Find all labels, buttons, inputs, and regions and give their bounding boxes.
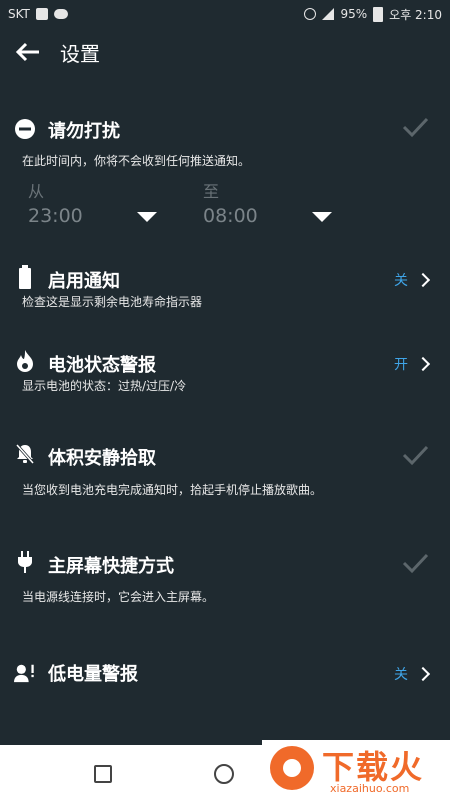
chevron-right-icon bbox=[415, 272, 431, 288]
check-icon[interactable] bbox=[400, 112, 430, 142]
status-bar: SKT 95% 오후 2:10 bbox=[0, 0, 450, 28]
gallery-icon bbox=[35, 8, 48, 20]
dnd-setting[interactable]: 请勿打扰 在此时间内，你将不会收到任何推送通知。 从 23:00 至 08:00 bbox=[0, 108, 450, 248]
flame-icon bbox=[14, 350, 36, 372]
app-toolbar: 设置 bbox=[0, 28, 450, 76]
arrow-left-icon bbox=[15, 42, 39, 62]
flame-logo-icon bbox=[270, 746, 314, 790]
setting-description: 当您收到电池充电完成通知时，拾起手机停止播放歌曲。 bbox=[22, 483, 323, 497]
carrier-label: SKT bbox=[8, 7, 30, 21]
setting-value[interactable]: 开 bbox=[394, 354, 431, 374]
home-circle-icon[interactable] bbox=[214, 764, 234, 784]
setting-row-battery-alert[interactable]: 电池状态警报 开 显示电池的状态：过热/过压/冷 bbox=[0, 344, 450, 404]
from-label: 从 bbox=[28, 182, 45, 201]
setting-value[interactable]: 关 bbox=[394, 664, 431, 684]
battery-icon bbox=[14, 265, 36, 289]
from-dropdown-icon[interactable] bbox=[137, 212, 157, 222]
setting-description: 当电源线连接时，它会进入主屏幕。 bbox=[22, 590, 215, 604]
setting-row-enable-notification[interactable]: 启用通知 关 检查这是显示剩余电池寿命指示器 bbox=[0, 260, 450, 320]
person-alert-icon bbox=[14, 662, 36, 684]
bell-off-icon bbox=[14, 443, 36, 465]
to-label: 至 bbox=[203, 182, 220, 201]
setting-row-low-battery[interactable]: 低电量警报 关 bbox=[0, 654, 450, 694]
to-dropdown-icon[interactable] bbox=[312, 212, 332, 222]
clock: 오후 2:10 bbox=[389, 7, 442, 22]
setting-description: 显示电池的状态：过热/过压/冷 bbox=[22, 379, 187, 393]
setting-row-home-shortcut[interactable]: 主屏幕快捷方式 当电源线连接时，它会进入主屏幕。 bbox=[0, 544, 450, 614]
from-time[interactable]: 23:00 bbox=[28, 205, 83, 227]
setting-title: 主屏幕快捷方式 bbox=[48, 556, 174, 577]
battery-status-icon bbox=[373, 6, 384, 22]
to-time[interactable]: 08:00 bbox=[203, 205, 258, 227]
plug-icon bbox=[14, 551, 36, 573]
chevron-right-icon bbox=[415, 356, 431, 372]
chevron-right-icon bbox=[415, 666, 431, 682]
setting-title: 电池状态警报 bbox=[48, 355, 156, 376]
check-icon[interactable] bbox=[400, 440, 430, 470]
dnd-title: 请勿打扰 bbox=[48, 121, 120, 142]
signal-icon bbox=[322, 8, 335, 20]
back-button[interactable] bbox=[4, 28, 52, 76]
page-title: 设置 bbox=[60, 41, 100, 66]
dnd-description: 在此时间内，你将不会收到任何推送通知。 bbox=[22, 154, 251, 168]
setting-title: 低电量警报 bbox=[48, 664, 138, 685]
setting-value[interactable]: 关 bbox=[394, 270, 431, 290]
recents-square-icon[interactable] bbox=[94, 765, 112, 783]
setting-title: 体积安静拾取 bbox=[48, 448, 156, 469]
setting-description: 检查这是显示剩余电池寿命指示器 bbox=[22, 295, 203, 309]
watermark-url: xiazaihuo.com bbox=[330, 782, 410, 795]
watermark: 下载火 xiazaihuo.com bbox=[262, 740, 450, 800]
setting-title: 启用通知 bbox=[48, 271, 120, 292]
battery-percent: 95% bbox=[340, 7, 368, 21]
minus-circle-icon bbox=[14, 118, 36, 140]
check-icon[interactable] bbox=[400, 548, 430, 578]
setting-row-quiet-pickup[interactable]: 体积安静拾取 当您收到电池充电完成通知时，拾起手机停止播放歌曲。 bbox=[0, 436, 450, 506]
alarm-icon bbox=[304, 8, 317, 20]
message-icon bbox=[53, 9, 68, 19]
